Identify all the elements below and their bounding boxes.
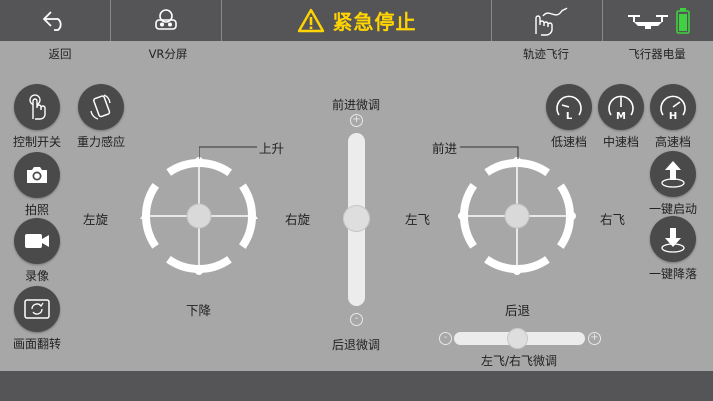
warning-icon [297,8,324,33]
emergency-stop-label: 紧急停止 [332,10,417,34]
left-joystick-up-label: 上升 [259,141,285,156]
control-switch-label: 控制开关 [12,135,62,149]
right-joystick-down-label: 后退 [505,303,531,318]
finger-trajectory-icon [535,6,568,36]
flip-screen-label: 画面翻转 [12,337,62,351]
camera-icon [27,167,47,183]
mid-speed-button[interactable]: M [598,84,644,130]
up-callout-line [199,146,257,159]
gravity-sensor-label: 重力感应 [76,135,126,149]
battery-label: 飞行器电量 [628,47,686,61]
high-speed-label: 高速档 [654,135,692,149]
photo-label: 拍照 [24,203,50,217]
trajectory-flight-button[interactable] [492,0,603,41]
mid-speed-letter: M [616,111,626,122]
battery-status [603,0,713,41]
left-joystick-left-label: 左旋 [83,212,109,227]
right-trim-plus-icon[interactable]: + [588,332,601,345]
drone-icon [628,14,668,29]
battery-icon [676,7,690,34]
photo-button[interactable] [14,152,60,198]
low-speed-letter: L [566,111,573,122]
low-speed-label: 低速档 [550,135,588,149]
high-speed-letter: H [669,111,677,122]
land-button[interactable] [650,216,696,262]
forward-trim-plus-icon[interactable]: + [350,114,363,127]
gravity-sensor-button[interactable] [78,84,124,130]
control-switch-button[interactable] [14,84,60,130]
vr-headset-icon [155,8,177,30]
left-right-trim-label: 左飞/右飞微调 [480,354,558,368]
land-label: 一键降落 [648,267,698,281]
backward-trim-label: 后退微调 [331,338,381,352]
phone-tilt-icon [90,94,111,120]
vr-split-button[interactable] [111,0,222,41]
back-button[interactable] [0,0,111,41]
takeoff-button[interactable] [650,151,696,197]
right-joystick-right-label: 右飞 [600,212,626,227]
left-joystick-down-label: 下降 [186,303,212,318]
right-joystick-up-label: 前进 [432,141,458,156]
mid-speed-gauge-icon: M [608,95,634,122]
emergency-stop-button[interactable]: 紧急停止 [222,0,492,41]
right-joystick[interactable] [456,155,578,277]
flip-screen-button[interactable] [14,286,60,332]
forward-trim-label: 前进微调 [331,98,381,112]
record-button[interactable] [14,218,60,264]
land-arrow-icon [661,228,685,253]
high-speed-gauge-icon: H [660,95,686,122]
high-speed-button[interactable]: H [650,84,696,130]
mid-speed-label: 中速档 [602,135,640,149]
takeoff-label: 一键启动 [648,202,698,216]
record-label: 录像 [24,269,50,283]
vr-split-label: VR分屏 [148,47,188,61]
back-label: 返回 [48,47,72,61]
low-speed-button[interactable]: L [546,84,592,130]
backward-trim-minus-icon[interactable]: - [350,313,363,326]
forward-callout-line [460,146,519,159]
left-right-trim-knob[interactable] [507,328,528,349]
takeoff-arrow-icon [661,161,685,188]
touch-finger-icon [29,94,46,120]
video-camera-icon [25,234,49,248]
low-speed-gauge-icon: L [556,95,582,122]
back-arrow-icon [43,10,62,31]
right-joystick-left-label: 左飞 [405,212,431,227]
bottom-bar [0,371,713,401]
top-bar: 紧急停止 [0,0,713,41]
left-joystick[interactable] [138,155,260,277]
rotate-screen-icon [24,299,50,319]
forward-backward-trim-knob[interactable] [343,205,370,232]
left-trim-minus-icon[interactable]: - [439,332,452,345]
left-joystick-right-label: 右旋 [285,212,311,227]
trajectory-flight-label: 轨迹飞行 [523,47,569,61]
